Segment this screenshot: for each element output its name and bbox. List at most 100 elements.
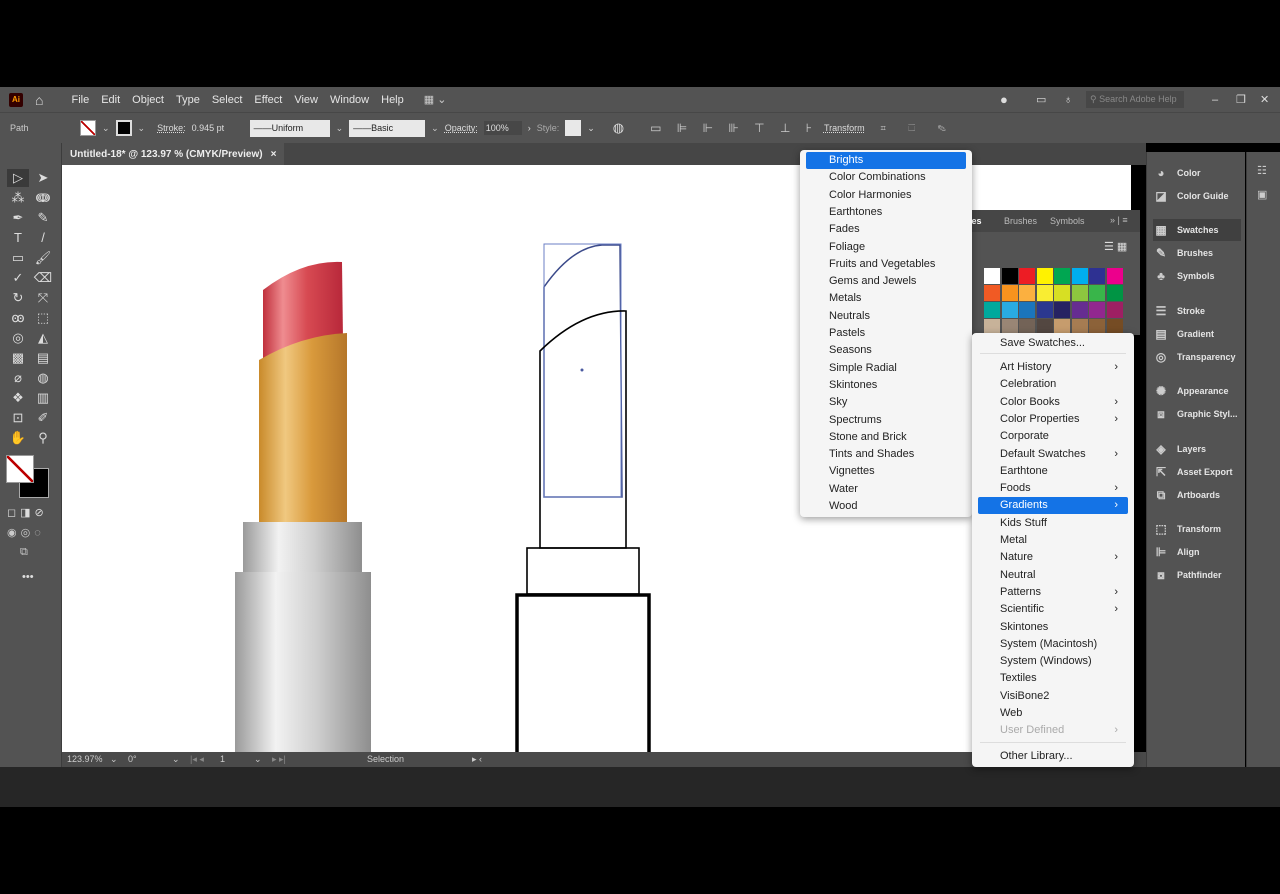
swatch[interactable] bbox=[1001, 285, 1018, 301]
swatch[interactable] bbox=[1089, 285, 1105, 301]
menu-item-color-books[interactable]: Color Books › bbox=[978, 394, 1128, 411]
menu-item-color-properties[interactable]: Color Properties › bbox=[978, 411, 1128, 428]
curvature-tool-icon[interactable]: ✎ bbox=[32, 209, 54, 227]
gradient-tool-icon[interactable]: ▤ bbox=[32, 349, 54, 367]
zoom-tool-icon[interactable]: ⚲ bbox=[32, 429, 54, 447]
swatch[interactable] bbox=[1001, 302, 1018, 318]
menu-item-neutrals[interactable]: Neutrals bbox=[806, 308, 966, 325]
stroke-label[interactable]: Stroke: bbox=[157, 123, 186, 133]
more-tools-icon[interactable]: ••• bbox=[22, 571, 34, 583]
list-view-icon[interactable]: ☰ ▦ bbox=[1104, 240, 1127, 253]
recolor-icon[interactable]: ◍ bbox=[613, 120, 624, 136]
rotate-tool-icon[interactable]: ↻ bbox=[7, 289, 29, 307]
menu-item-color-combinations[interactable]: Color Combinations bbox=[806, 169, 966, 186]
menu-item-patterns[interactable]: Patterns › bbox=[978, 584, 1128, 601]
tab-brushes[interactable]: Brushes bbox=[1004, 216, 1037, 226]
dock-gradient[interactable]: ▤ Gradient bbox=[1153, 323, 1241, 345]
swatch[interactable] bbox=[984, 285, 1000, 301]
dock-swatches[interactable]: ▦ Swatches bbox=[1153, 219, 1241, 241]
swatch[interactable] bbox=[1089, 268, 1105, 284]
menu-item-color-harmonies[interactable]: Color Harmonies bbox=[806, 187, 966, 204]
shaper-tool-icon[interactable]: ✓ bbox=[7, 269, 29, 287]
dock-transform[interactable]: ⬚ Transform bbox=[1153, 518, 1241, 540]
properties-icon[interactable]: ☷ bbox=[1257, 164, 1267, 177]
current-tool[interactable]: Selection bbox=[367, 754, 404, 764]
close-tab-button[interactable]: × bbox=[271, 149, 277, 160]
swatch[interactable] bbox=[1001, 268, 1018, 284]
dock-asset-export[interactable]: ⇱ Asset Export bbox=[1153, 461, 1241, 483]
lasso-tool-icon[interactable]: ↈ bbox=[32, 189, 54, 207]
stroke-weight-field[interactable]: 0.945 pt bbox=[192, 123, 244, 133]
swatch[interactable] bbox=[1106, 302, 1123, 318]
dock-symbols[interactable]: ♣ Symbols bbox=[1153, 265, 1241, 287]
swatch[interactable] bbox=[1036, 285, 1053, 301]
dock-transparency[interactable]: ◎ Transparency bbox=[1153, 346, 1241, 368]
eraser-tool-icon[interactable]: ⌫ bbox=[32, 269, 54, 287]
puppet-warp-tool-icon[interactable]: ꙭ bbox=[7, 309, 29, 327]
menu-item-system-macintosh[interactable]: System (Macintosh) bbox=[978, 636, 1128, 653]
artboard-nav[interactable]: |◂ ◂ bbox=[190, 754, 204, 765]
menu-item-fades[interactable]: Fades bbox=[806, 221, 966, 238]
menu-item-fruits-and-vegetables[interactable]: Fruits and Vegetables bbox=[806, 256, 966, 273]
dock-stroke[interactable]: ☰ Stroke bbox=[1153, 300, 1241, 322]
menu-item-foliage[interactable]: Foliage bbox=[806, 239, 966, 256]
blend-tool-icon[interactable]: ◍ bbox=[32, 369, 54, 387]
swatch[interactable] bbox=[984, 302, 1000, 318]
hand-tool-icon[interactable]: ✋ bbox=[7, 429, 29, 447]
eyedropper-tool-icon[interactable]: ⌀ bbox=[7, 369, 29, 387]
menu-item-earthtone[interactable]: Earthtone bbox=[978, 463, 1128, 480]
lightbulb-icon[interactable]: ♁ bbox=[1064, 94, 1072, 106]
menu-item-stone-and-brick[interactable]: Stone and Brick bbox=[806, 429, 966, 446]
swatch[interactable] bbox=[1019, 268, 1035, 284]
swatch[interactable] bbox=[1089, 302, 1105, 318]
swatch[interactable] bbox=[1036, 302, 1053, 318]
dock-color-guide[interactable]: ◪ Color Guide bbox=[1153, 185, 1241, 207]
workspace-switcher-icon[interactable]: ▦ ⌄ bbox=[424, 93, 447, 106]
menu-item-skintones[interactable]: Skintones bbox=[978, 619, 1128, 636]
swatch[interactable] bbox=[1054, 285, 1070, 301]
symbol-sprayer-tool-icon[interactable]: ❖ bbox=[7, 389, 29, 407]
menu-item-water[interactable]: Water bbox=[806, 481, 966, 498]
menu-item-simple-radial[interactable]: Simple Radial bbox=[806, 360, 966, 377]
dock-brushes[interactable]: ✎ Brushes bbox=[1153, 242, 1241, 264]
menu-item-spectrums[interactable]: Spectrums bbox=[806, 412, 966, 429]
draw-mode-buttons[interactable]: ◉◎◌ bbox=[7, 526, 45, 539]
menu-item-vignettes[interactable]: Vignettes bbox=[806, 463, 966, 480]
menu-item-tints-and-shades[interactable]: Tints and Shades bbox=[806, 446, 966, 463]
transform-link[interactable]: Transform bbox=[824, 123, 865, 133]
paintbrush-tool-icon[interactable]: 🖌 bbox=[32, 249, 54, 267]
dock-artboards[interactable]: ⧉ Artboards bbox=[1153, 484, 1241, 506]
menu-item-foods[interactable]: Foods › bbox=[978, 480, 1128, 497]
brush-definition[interactable]: —— Basic bbox=[349, 119, 426, 137]
shape-builder-tool-icon[interactable]: ◎ bbox=[7, 329, 29, 347]
menu-edit[interactable]: Edit bbox=[95, 94, 126, 106]
swatch[interactable] bbox=[1071, 268, 1088, 284]
home-icon[interactable]: ⌂ bbox=[35, 92, 43, 108]
slice-tool-icon[interactable]: ✐ bbox=[32, 409, 54, 427]
menu-item-web[interactable]: Web bbox=[978, 705, 1128, 722]
menu-object[interactable]: Object bbox=[126, 94, 170, 106]
menu-item-art-history[interactable]: Art History › bbox=[978, 359, 1128, 376]
swatch[interactable] bbox=[1036, 268, 1053, 284]
menu-item-textiles[interactable]: Textiles bbox=[978, 670, 1128, 687]
rectangle-tool-icon[interactable]: ▭ bbox=[7, 249, 29, 267]
tab-symbols[interactable]: Symbols bbox=[1050, 216, 1085, 226]
panel-icon[interactable]: ▭ bbox=[1036, 93, 1046, 106]
fill-color-swatch[interactable] bbox=[6, 455, 34, 483]
swatch[interactable] bbox=[984, 268, 1000, 284]
menu-item-gems-and-jewels[interactable]: Gems and Jewels bbox=[806, 273, 966, 290]
menu-item-brights[interactable]: Brights bbox=[806, 152, 966, 169]
magic-wand-tool-icon[interactable]: ⁂ bbox=[7, 189, 29, 207]
menu-item-save-swatches[interactable]: Save Swatches... bbox=[978, 335, 1128, 352]
swatch[interactable] bbox=[1019, 302, 1035, 318]
menu-item-pastels[interactable]: Pastels bbox=[806, 325, 966, 342]
swatch[interactable] bbox=[1019, 285, 1035, 301]
menu-item-other-library[interactable]: Other Library... bbox=[978, 748, 1128, 765]
menu-help[interactable]: Help bbox=[375, 94, 410, 106]
swatch[interactable] bbox=[1106, 285, 1123, 301]
direct-selection-tool-icon[interactable]: ➤ bbox=[32, 169, 54, 187]
opacity-field[interactable]: 100% bbox=[483, 121, 522, 135]
isolate-icon[interactable]: ⌗ ⬚ ✎ bbox=[881, 123, 956, 134]
menu-item-metals[interactable]: Metals bbox=[806, 290, 966, 307]
opacity-label[interactable]: Opacity: bbox=[445, 123, 478, 133]
